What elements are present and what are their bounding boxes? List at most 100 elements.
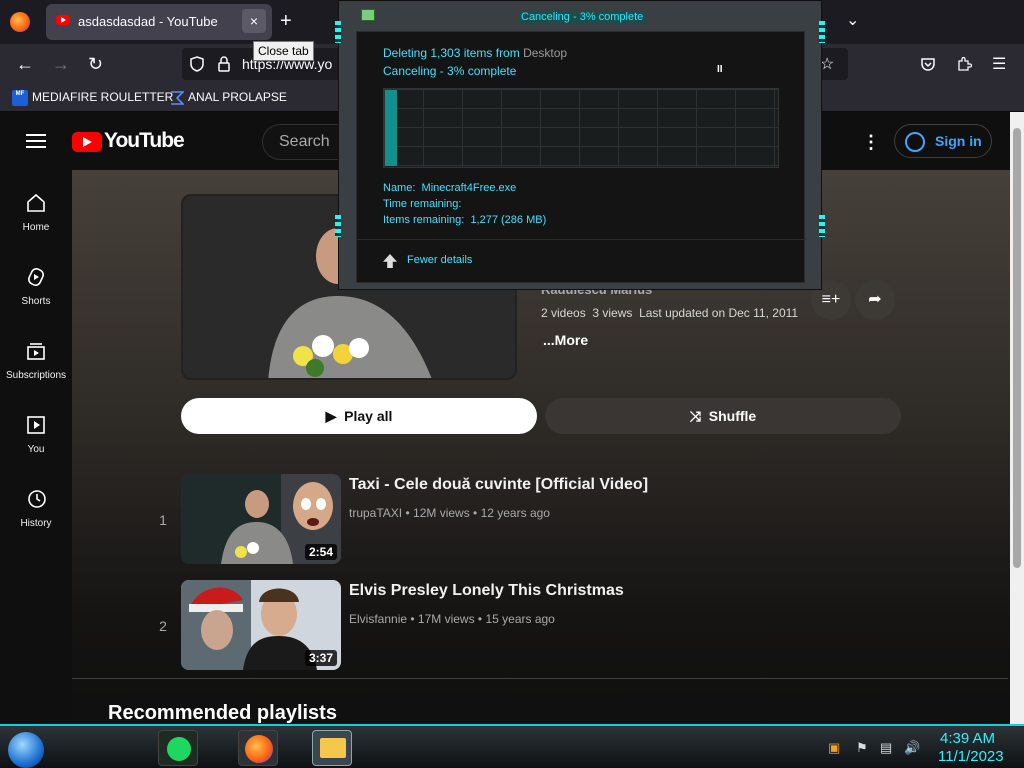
- video-thumbnail[interactable]: 3:37: [181, 580, 341, 670]
- video-index: 2: [159, 618, 167, 634]
- name-value: Minecraft4Free.exe: [421, 182, 517, 194]
- video-meta: trupaTAXI • 12M views • 12 years ago: [349, 506, 550, 520]
- video-views: 17M views: [417, 612, 475, 626]
- items-value: 1,277 (286 MB): [470, 214, 547, 226]
- list-all-tabs-button[interactable]: ⌄: [846, 10, 859, 30]
- page-scrollbar[interactable]: [1010, 112, 1024, 724]
- start-orb-icon[interactable]: [8, 732, 44, 768]
- bookmark-star-icon[interactable]: ☆: [820, 54, 834, 74]
- extensions-icon[interactable]: [956, 56, 972, 72]
- playlist-more-link[interactable]: ...More: [543, 332, 588, 348]
- action-center-flag-icon[interactable]: ⚑: [856, 740, 868, 756]
- clock-time[interactable]: 4:39 AM: [940, 730, 995, 747]
- playlist-view-count: 3 views: [592, 306, 633, 320]
- video-channel[interactable]: trupaTAXI: [349, 506, 402, 520]
- youtube-logo-text[interactable]: YouTube: [104, 129, 185, 153]
- video-title[interactable]: Taxi - Cele două cuvinte [Official Video…: [349, 476, 648, 494]
- sidebar-item-history[interactable]: History: [0, 488, 72, 529]
- video-meta: Elvisfannie • 17M views • 15 years ago: [349, 612, 555, 626]
- volume-icon[interactable]: 🔊: [904, 740, 920, 756]
- pause-icon[interactable]: II: [717, 64, 723, 75]
- youtube-favicon-icon: [56, 15, 70, 25]
- guide-menu-icon[interactable]: [26, 134, 46, 148]
- video-channel[interactable]: Elvisfannie: [349, 612, 407, 626]
- sidebar-label: History: [20, 518, 52, 529]
- video-age: 15 years ago: [485, 612, 555, 626]
- time-remaining-row: Time remaining:: [383, 198, 461, 210]
- deleting-source[interactable]: Desktop: [523, 46, 567, 60]
- playlist-video-count: 2 videos: [541, 306, 586, 320]
- taskbar: ▣ ⚑ ▤ 🔊 4:39 AM 11/1/2023: [0, 724, 1024, 768]
- file-operation-panel: Deleting 1,303 items from Desktop Cancel…: [356, 31, 806, 283]
- video-title[interactable]: Elvis Presley Lonely This Christmas: [349, 582, 624, 600]
- browser-tab-active[interactable]: asdasdasdad - YouTube ×: [46, 4, 272, 40]
- tab-close-button[interactable]: ×: [242, 9, 266, 33]
- frame-decoration: [335, 215, 341, 237]
- play-icon: ▶: [325, 408, 345, 424]
- settings-kebab-icon[interactable]: ⋮: [862, 132, 880, 153]
- file-name-row: Name: Minecraft4Free.exe: [383, 182, 516, 194]
- play-all-button[interactable]: ▶ Play all: [181, 398, 537, 434]
- sidebar-item-you[interactable]: You: [0, 414, 72, 455]
- items-label: Items remaining:: [383, 214, 465, 226]
- shuffle-label: Shuffle: [708, 408, 757, 424]
- youtube-logo-icon[interactable]: [72, 132, 102, 152]
- account-icon: [905, 132, 925, 152]
- playlist-updated: Last updated on Dec 11, 2011: [639, 306, 799, 320]
- lock-icon[interactable]: [218, 56, 230, 72]
- clock-date[interactable]: 11/1/2023: [938, 748, 1004, 765]
- recommended-playlists-heading: Recommended playlists: [108, 702, 337, 724]
- firefox-icon: [245, 735, 273, 763]
- network-icon[interactable]: ▤: [880, 740, 892, 756]
- video-age: 12 years ago: [480, 506, 550, 520]
- firefox-logo-icon[interactable]: [10, 12, 30, 32]
- fewer-details-label: Fewer details: [407, 254, 473, 266]
- shuffle-button[interactable]: ⤨ Shuffle: [545, 398, 901, 434]
- transfer-rate-graph: [383, 88, 779, 168]
- taskbar-app-explorer[interactable]: [312, 730, 352, 766]
- name-label: Name:: [383, 182, 416, 194]
- new-tab-button[interactable]: +: [280, 10, 292, 33]
- menu-hamburger-icon[interactable]: ☰: [992, 54, 1006, 74]
- sidebar-label: Shorts: [21, 296, 51, 307]
- folder-icon: [320, 738, 346, 758]
- sidebar-item-home[interactable]: Home: [0, 192, 72, 233]
- frame-decoration: [819, 215, 825, 237]
- shield-icon[interactable]: [190, 56, 204, 72]
- history-icon: [28, 490, 46, 508]
- forward-arrow-icon[interactable]: →: [52, 54, 70, 75]
- playlist-stats: 2 videos 3 views Last updated on Dec 11,…: [541, 306, 798, 320]
- operation-status: Canceling - 3% complete: [383, 64, 517, 78]
- reload-icon[interactable]: ↻: [88, 54, 103, 75]
- sign-in-button[interactable]: Sign in: [894, 124, 992, 158]
- file-operation-window[interactable]: Canceling - 3% complete Deleting 1,303 i…: [335, 0, 825, 290]
- video-thumbnail[interactable]: 2:54: [181, 474, 341, 564]
- taskbar-app-notes[interactable]: [158, 730, 198, 766]
- video-index: 1: [159, 512, 167, 528]
- mediafire-favicon-icon: MF: [12, 90, 28, 106]
- time-label: Time remaining:: [383, 198, 462, 210]
- bookmark-item[interactable]: ANAL PROLAPSE: [188, 90, 287, 104]
- shorts-icon: [28, 268, 44, 286]
- video-duration: 3:37: [304, 650, 337, 666]
- sidebar-item-subscriptions[interactable]: Subscriptions: [0, 340, 72, 381]
- dialog-title: Canceling - 3% complete: [519, 11, 646, 23]
- items-remaining-row: Items remaining: 1,277 (286 MB): [383, 214, 546, 226]
- sidebar-item-shorts[interactable]: Shorts: [0, 266, 72, 307]
- tray-app-icon[interactable]: ▣: [828, 740, 840, 756]
- fewer-details-button[interactable]: Fewer details: [383, 254, 473, 268]
- bookmark-item[interactable]: MEDIAFIRE ROULETTER: [32, 90, 173, 104]
- file-copy-icon: [361, 9, 375, 21]
- search-placeholder: Search: [279, 133, 330, 150]
- taskbar-app-firefox[interactable]: [238, 730, 278, 766]
- frame-decoration: [335, 21, 341, 43]
- deleting-summary: Deleting 1,303 items from Desktop: [383, 46, 567, 60]
- scrollbar-thumb[interactable]: [1013, 128, 1021, 568]
- pocket-icon[interactable]: [920, 56, 936, 72]
- you-icon: [27, 416, 45, 434]
- back-arrow-icon[interactable]: ←: [16, 54, 34, 75]
- collapse-arrow-icon: [383, 254, 397, 268]
- progress-fill: [385, 90, 398, 166]
- share-icon[interactable]: ➦: [855, 280, 895, 320]
- sign-in-label: Sign in: [935, 133, 982, 149]
